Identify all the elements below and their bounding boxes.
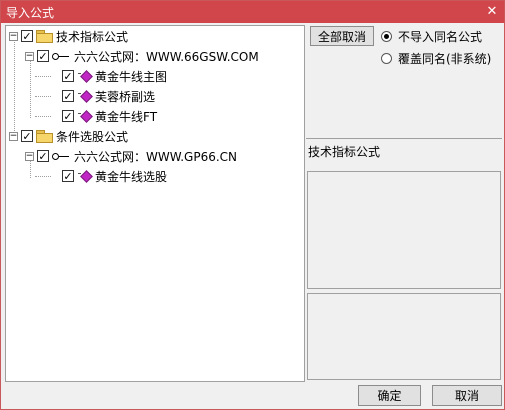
radio-button-selected[interactable] [381, 31, 392, 42]
tree-connector [35, 76, 51, 77]
tree-node-label: 技术指标公式 [56, 29, 129, 44]
category-label: 技术指标公式 [308, 145, 381, 159]
collapse-icon[interactable]: − [25, 151, 34, 161]
tree-node-source-66gsw[interactable]: − ✓ 六六公式网：WWW.66GSW.COM [25, 47, 259, 65]
tree-connector [30, 60, 31, 118]
tree-node-stock-screening[interactable]: − ✓ 条件选股公式 [9, 127, 128, 145]
radio-overwrite[interactable]: 覆盖同名(非系统) [381, 50, 491, 67]
key-icon [52, 151, 70, 161]
formula-info-panel [307, 171, 501, 289]
window-title: 导入公式 [6, 6, 55, 20]
tree-node-source-gp66[interactable]: − ✓ 六六公式网：WWW.GP66.CN [25, 147, 237, 165]
formula-icon [77, 170, 91, 182]
folder-icon [36, 30, 53, 43]
formula-icon [77, 110, 91, 122]
formula-icon [77, 90, 91, 102]
radio-label: 覆盖同名(非系统) [398, 52, 492, 66]
key-icon [52, 51, 70, 61]
tree-connector [14, 40, 15, 133]
checkbox-source-66gsw[interactable]: ✓ [37, 50, 49, 62]
tree-node-label: 条件选股公式 [56, 129, 129, 144]
import-formula-dialog: 导入公式 ✕ − ✓ 技术指标公式 − ✓ 六六公式网：WWW.66GSW.CO… [0, 0, 505, 410]
deselect-all-button[interactable]: 全部取消 [310, 26, 374, 46]
tree-node-label: 六六公式网：WWW.GP66.CN [74, 149, 238, 164]
radio-button[interactable] [381, 53, 392, 64]
formula-tree[interactable]: − ✓ 技术指标公式 − ✓ 六六公式网：WWW.66GSW.COM ✓ 黄金牛… [5, 25, 305, 382]
tree-connector [35, 176, 51, 177]
tree-node-formula[interactable]: ✓ 黄金牛线主图 [62, 67, 167, 85]
tree-node-technical-indicators[interactable]: − ✓ 技术指标公式 [9, 27, 128, 45]
tree-node-label: 六六公式网：WWW.66GSW.COM [74, 49, 259, 64]
tree-node-label: 黄金牛线选股 [95, 169, 168, 184]
checkbox-formula[interactable]: ✓ [62, 90, 74, 102]
tree-node-formula[interactable]: ✓ 黄金牛线FT [62, 107, 157, 125]
title-bar: 导入公式 ✕ [1, 1, 504, 23]
collapse-icon[interactable]: − [9, 131, 18, 141]
checkbox-formula[interactable]: ✓ [62, 110, 74, 122]
collapse-icon[interactable]: − [9, 31, 18, 41]
tree-node-label: 黄金牛线FT [95, 109, 158, 124]
collapse-icon[interactable]: − [25, 51, 34, 61]
folder-icon [36, 130, 53, 143]
tree-connector [35, 96, 51, 97]
radio-label: 不导入同名公式 [398, 30, 483, 44]
tree-node-formula[interactable]: ✓ 黄金牛线选股 [62, 167, 167, 185]
cancel-button[interactable]: 取消 [432, 385, 502, 406]
checkbox-source-gp66[interactable]: ✓ [37, 150, 49, 162]
close-icon[interactable]: ✕ [484, 3, 500, 20]
tree-node-formula[interactable]: ✓ 芙蓉桥副选 [62, 87, 155, 105]
tree-node-label: 黄金牛线主图 [95, 69, 168, 84]
tree-connector [35, 116, 51, 117]
tree-node-label: 芙蓉桥副选 [95, 89, 156, 104]
divider [306, 138, 502, 139]
ok-button[interactable]: 确定 [358, 385, 421, 406]
checkbox-stock-screening[interactable]: ✓ [21, 130, 33, 142]
radio-no-import[interactable]: 不导入同名公式 [381, 28, 482, 45]
formula-icon [77, 70, 91, 82]
formula-description-panel [307, 293, 501, 380]
checkbox-technical-indicators[interactable]: ✓ [21, 30, 33, 42]
checkbox-formula[interactable]: ✓ [62, 170, 74, 182]
checkbox-formula[interactable]: ✓ [62, 70, 74, 82]
